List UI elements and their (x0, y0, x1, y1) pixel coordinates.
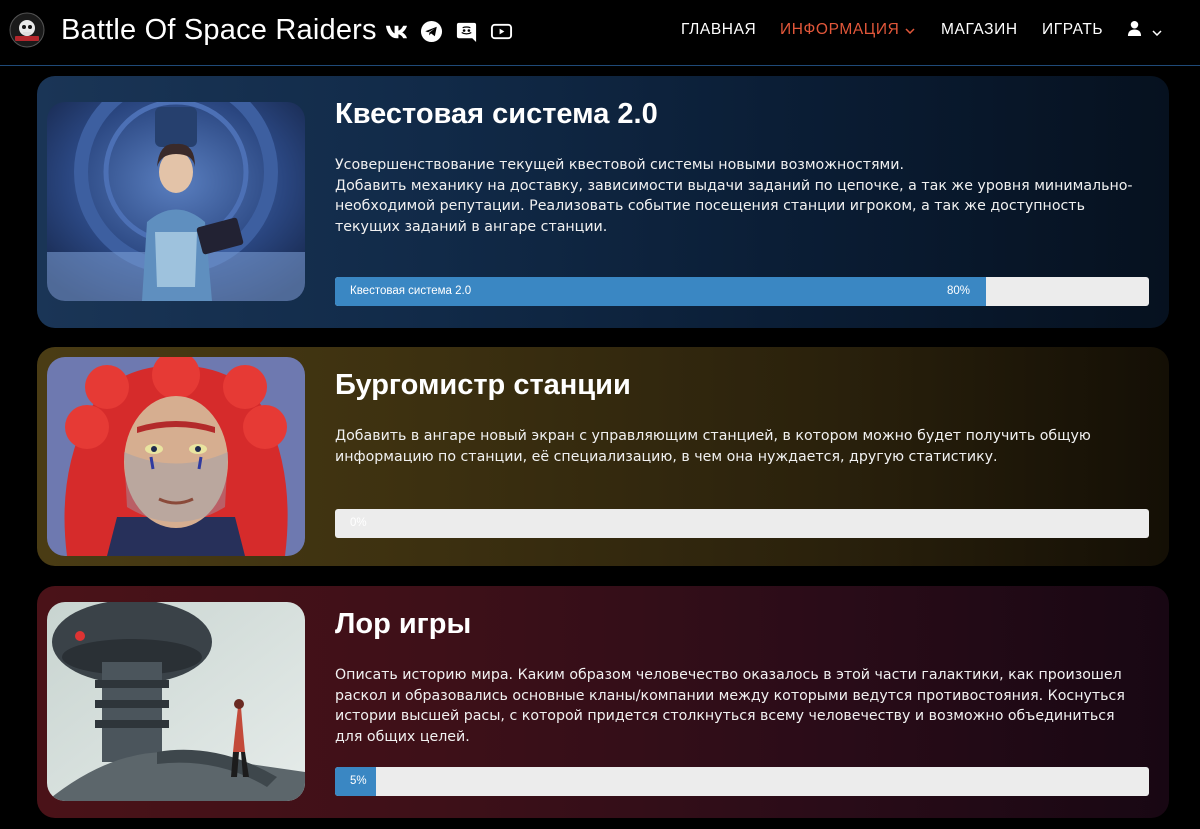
progress-percent: 0% (350, 517, 367, 529)
card-description: Добавить в ангаре новый экран с управляю… (335, 426, 1145, 467)
roadmap-card-quests: Квестовая система 2.0 Усовершенствование… (37, 76, 1169, 328)
progress-bar: 0% (335, 509, 1149, 538)
roadmap-card-station-mayor: Бургомистр станции Добавить в ангаре нов… (37, 347, 1169, 566)
description-line: Добавить механику на доставку, зависимос… (335, 177, 1133, 235)
nav-info-dropdown[interactable]: ИНФОРМАЦИЯ (780, 21, 915, 39)
progress-percent: 5% (350, 775, 367, 787)
card-image-redhead (47, 357, 305, 556)
progress-bar: 5% (335, 767, 1149, 796)
main-navigation: ГЛАВНАЯ ИНФОРМАЦИЯ МАГАЗИН ИГРАТЬ (0, 0, 1200, 66)
chevron-down-icon (1152, 21, 1162, 40)
nav-info-label: ИНФОРМАЦИЯ (780, 21, 900, 39)
card-description: Описать историю мира. Каким образом чело… (335, 665, 1145, 747)
progress-label: Квестовая система 2.0 (350, 285, 472, 297)
nav-shop[interactable]: МАГАЗИН (941, 21, 1018, 39)
card-title: Бургомистр станции (335, 369, 631, 401)
nav-home[interactable]: ГЛАВНАЯ (681, 21, 756, 39)
card-image-robot (47, 602, 305, 801)
card-image-astronaut (47, 102, 305, 301)
description-line: Описать историю мира. Каким образом чело… (335, 667, 1125, 745)
card-description: Усовершенствование текущей квестовой сис… (335, 155, 1145, 237)
description-line: Усовершенствование текущей квестовой сис… (335, 157, 904, 173)
chevron-down-icon (905, 21, 915, 39)
description-line: Добавить в ангаре новый экран с управляю… (335, 428, 1091, 465)
card-title: Лор игры (335, 608, 472, 640)
user-icon (1127, 20, 1142, 41)
top-navbar: Battle Of Space Raiders ГЛАВНАЯ ИНФОРМАЦ… (0, 0, 1200, 66)
nav-play[interactable]: ИГРАТЬ (1042, 21, 1103, 39)
progress-bar: Квестовая система 2.0 80% (335, 277, 1149, 306)
roadmap-card-lore: Лор игры Описать историю мира. Каким обр… (37, 586, 1169, 818)
card-title: Квестовая система 2.0 (335, 98, 658, 130)
user-menu-dropdown[interactable] (1127, 20, 1162, 41)
progress-percent: 80% (947, 285, 971, 297)
